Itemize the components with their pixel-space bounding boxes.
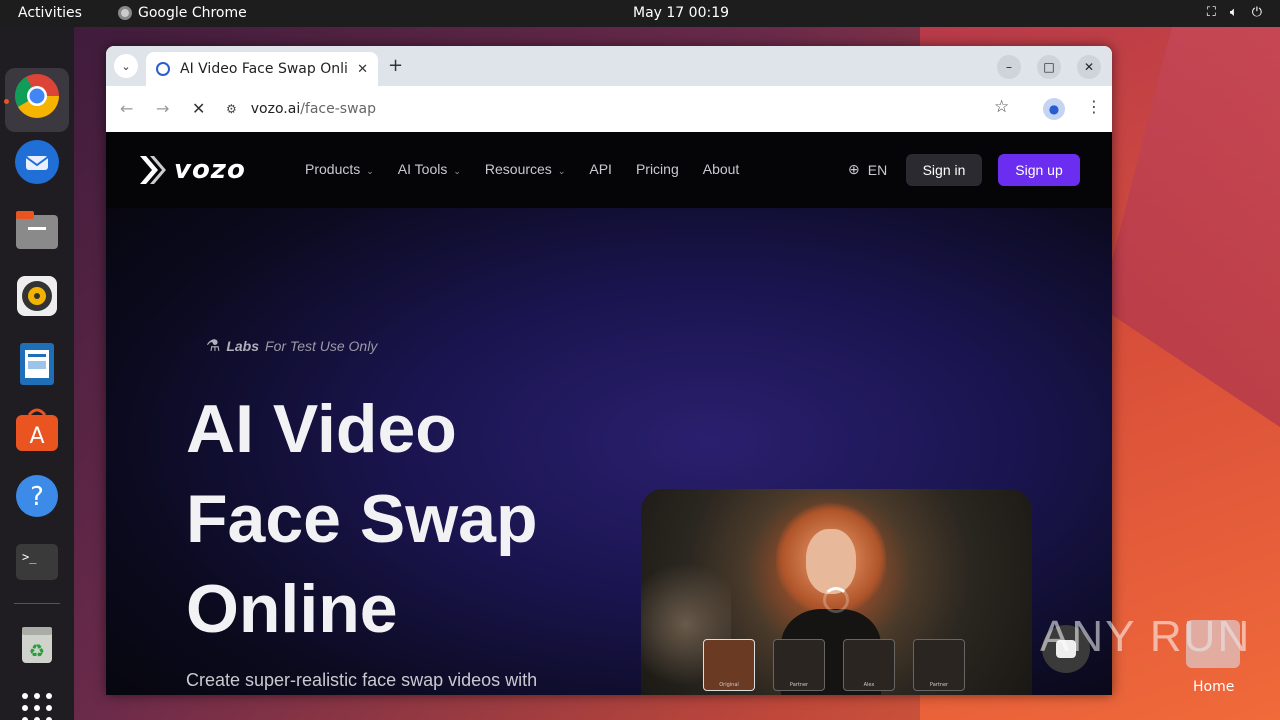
tab-strip: ⌄ AI Video Face Swap Onli ✕ + – □ ✕ bbox=[106, 46, 1112, 86]
close-tab-icon[interactable]: ✕ bbox=[357, 62, 368, 77]
activities-button[interactable]: Activities bbox=[18, 5, 82, 21]
system-tray[interactable]: ⛶ 🔈︎ ⏻ bbox=[1207, 5, 1262, 20]
top-bar: Activities Google Chrome May 17 00:19 ⛶ … bbox=[0, 0, 1280, 27]
running-indicator bbox=[4, 99, 9, 104]
favicon-icon bbox=[156, 62, 170, 76]
show-apps-icon[interactable] bbox=[14, 685, 60, 720]
labs-badge: ⚗ Labs For Test Use Only bbox=[206, 336, 377, 356]
svg-text:A: A bbox=[29, 424, 44, 449]
menu-label: Products bbox=[305, 161, 361, 177]
url-host: vozo.ai bbox=[250, 101, 301, 117]
video-subject-face bbox=[806, 529, 856, 594]
tab-active[interactable]: AI Video Face Swap Onli ✕ bbox=[146, 52, 378, 86]
demo-video[interactable]: Original Partner Alex Partner bbox=[641, 489, 1032, 695]
face-thumbnail[interactable]: Original bbox=[703, 639, 755, 691]
sign-in-button[interactable]: Sign in bbox=[906, 154, 982, 186]
forward-icon[interactable]: → bbox=[156, 99, 169, 118]
labs-label: Labs bbox=[226, 338, 260, 354]
stop-loading-icon[interactable]: ✕ bbox=[192, 99, 205, 118]
globe-icon: ⊕ bbox=[848, 161, 860, 177]
logo-text: vozo bbox=[174, 155, 246, 185]
browser-toolbar: ← → ✕ ⚙ vozo.ai/face-swap ☆ ● ⋮ bbox=[106, 86, 1112, 132]
vozo-logo-icon bbox=[140, 156, 166, 184]
chevron-down-icon: ⌄ bbox=[453, 166, 461, 176]
chrome-menu-icon[interactable]: ⋮ bbox=[1086, 97, 1102, 116]
power-icon[interactable]: ⏻ bbox=[1252, 5, 1262, 20]
loading-spinner-icon bbox=[823, 587, 849, 613]
maximize-button[interactable]: □ bbox=[1037, 55, 1061, 79]
trash-icon[interactable]: ♻ bbox=[14, 621, 60, 667]
writer-icon[interactable] bbox=[14, 341, 60, 387]
page-title: AI Video Face Swap Online bbox=[186, 384, 538, 654]
web-page: vozo Products ⌄ AI Tools ⌄ Resources ⌄ API … bbox=[106, 132, 1112, 695]
rhythmbox-icon[interactable] bbox=[14, 273, 60, 319]
language-label: EN bbox=[867, 161, 888, 178]
terminal-icon[interactable]: >_ bbox=[14, 539, 60, 585]
chevron-down-icon: ⌄ bbox=[366, 166, 374, 176]
chrome-icon[interactable] bbox=[14, 73, 60, 119]
clock[interactable]: May 17 00:19 bbox=[633, 5, 729, 21]
thumbnail-label: Alex bbox=[863, 682, 875, 688]
main-menu: Products ⌄ AI Tools ⌄ Resources ⌄ API Prici… bbox=[305, 161, 739, 177]
profile-icon[interactable]: ● bbox=[1043, 98, 1065, 120]
menu-resources[interactable]: Resources ⌄ bbox=[485, 161, 565, 177]
files-icon[interactable] bbox=[14, 207, 60, 253]
url-path: /face-swap bbox=[300, 101, 376, 117]
thumbnail-label: Partner bbox=[929, 682, 949, 688]
language-selector[interactable]: ⊕ EN bbox=[848, 161, 887, 178]
face-thumbnail[interactable]: Partner bbox=[913, 639, 965, 691]
svg-text:>_: >_ bbox=[22, 550, 37, 564]
menu-label: AI Tools bbox=[397, 161, 448, 177]
site-nav: vozo Products ⌄ AI Tools ⌄ Resources ⌄ API … bbox=[106, 132, 1112, 208]
sign-up-button[interactable]: Sign up bbox=[998, 154, 1080, 186]
dock: A ? >_ ♻ bbox=[0, 27, 74, 720]
home-folder-icon[interactable] bbox=[1186, 620, 1240, 668]
app-center-icon[interactable]: A bbox=[14, 407, 60, 453]
home-folder-label: Home bbox=[1193, 679, 1235, 695]
new-tab-button[interactable]: + bbox=[388, 55, 403, 76]
face-thumbnails: Original Partner Alex Partner bbox=[703, 639, 965, 691]
labs-note: For Test Use Only bbox=[265, 338, 378, 354]
chrome-icon bbox=[118, 6, 132, 20]
help-icon[interactable]: ? bbox=[14, 473, 60, 519]
minimize-button[interactable]: – bbox=[997, 55, 1021, 79]
menu-products[interactable]: Products ⌄ bbox=[305, 161, 374, 177]
svg-text:♻: ♻ bbox=[29, 641, 45, 662]
close-window-button[interactable]: ✕ bbox=[1077, 55, 1101, 79]
svg-text:?: ? bbox=[30, 482, 44, 512]
thunderbird-icon[interactable] bbox=[14, 139, 60, 185]
headline-line: AI Video bbox=[186, 391, 457, 467]
back-icon[interactable]: ← bbox=[120, 99, 133, 118]
site-info-icon[interactable]: ⚙ bbox=[226, 102, 237, 116]
app-name-label: Google Chrome bbox=[138, 5, 247, 21]
dock-separator bbox=[14, 603, 60, 604]
menu-api[interactable]: API bbox=[589, 161, 612, 177]
chrome-window: ⌄ AI Video Face Swap Onli ✕ + – □ ✕ ← → … bbox=[106, 46, 1112, 695]
bookmark-star-icon[interactable]: ☆ bbox=[994, 97, 1009, 117]
face-thumbnail[interactable]: Alex bbox=[843, 639, 895, 691]
headline-line: Online bbox=[186, 571, 398, 647]
menu-about[interactable]: About bbox=[703, 161, 740, 177]
thumbnail-label: Partner bbox=[789, 682, 809, 688]
app-menu[interactable]: Google Chrome bbox=[118, 5, 247, 21]
menu-pricing[interactable]: Pricing bbox=[636, 161, 679, 177]
tab-title: AI Video Face Swap Onli bbox=[180, 61, 348, 77]
tab-search-button[interactable]: ⌄ bbox=[114, 54, 138, 78]
address-bar[interactable]: ⚙ vozo.ai/face-swap bbox=[226, 93, 1026, 125]
thumbnail-label: Original bbox=[719, 682, 739, 688]
menu-label: Resources bbox=[484, 161, 552, 177]
vozo-logo[interactable]: vozo bbox=[138, 154, 246, 186]
volume-icon[interactable]: 🔈︎ bbox=[1230, 5, 1238, 20]
face-thumbnail[interactable]: Partner bbox=[773, 639, 825, 691]
page-subtitle: Create super-realistic face swap videos … bbox=[186, 670, 538, 690]
chevron-down-icon: ⌄ bbox=[557, 166, 566, 176]
menu-ai-tools[interactable]: AI Tools ⌄ bbox=[398, 161, 461, 177]
network-icon[interactable]: ⛶ bbox=[1207, 5, 1216, 20]
headline-line: Face Swap bbox=[186, 481, 538, 557]
flask-icon: ⚗ bbox=[206, 338, 221, 355]
